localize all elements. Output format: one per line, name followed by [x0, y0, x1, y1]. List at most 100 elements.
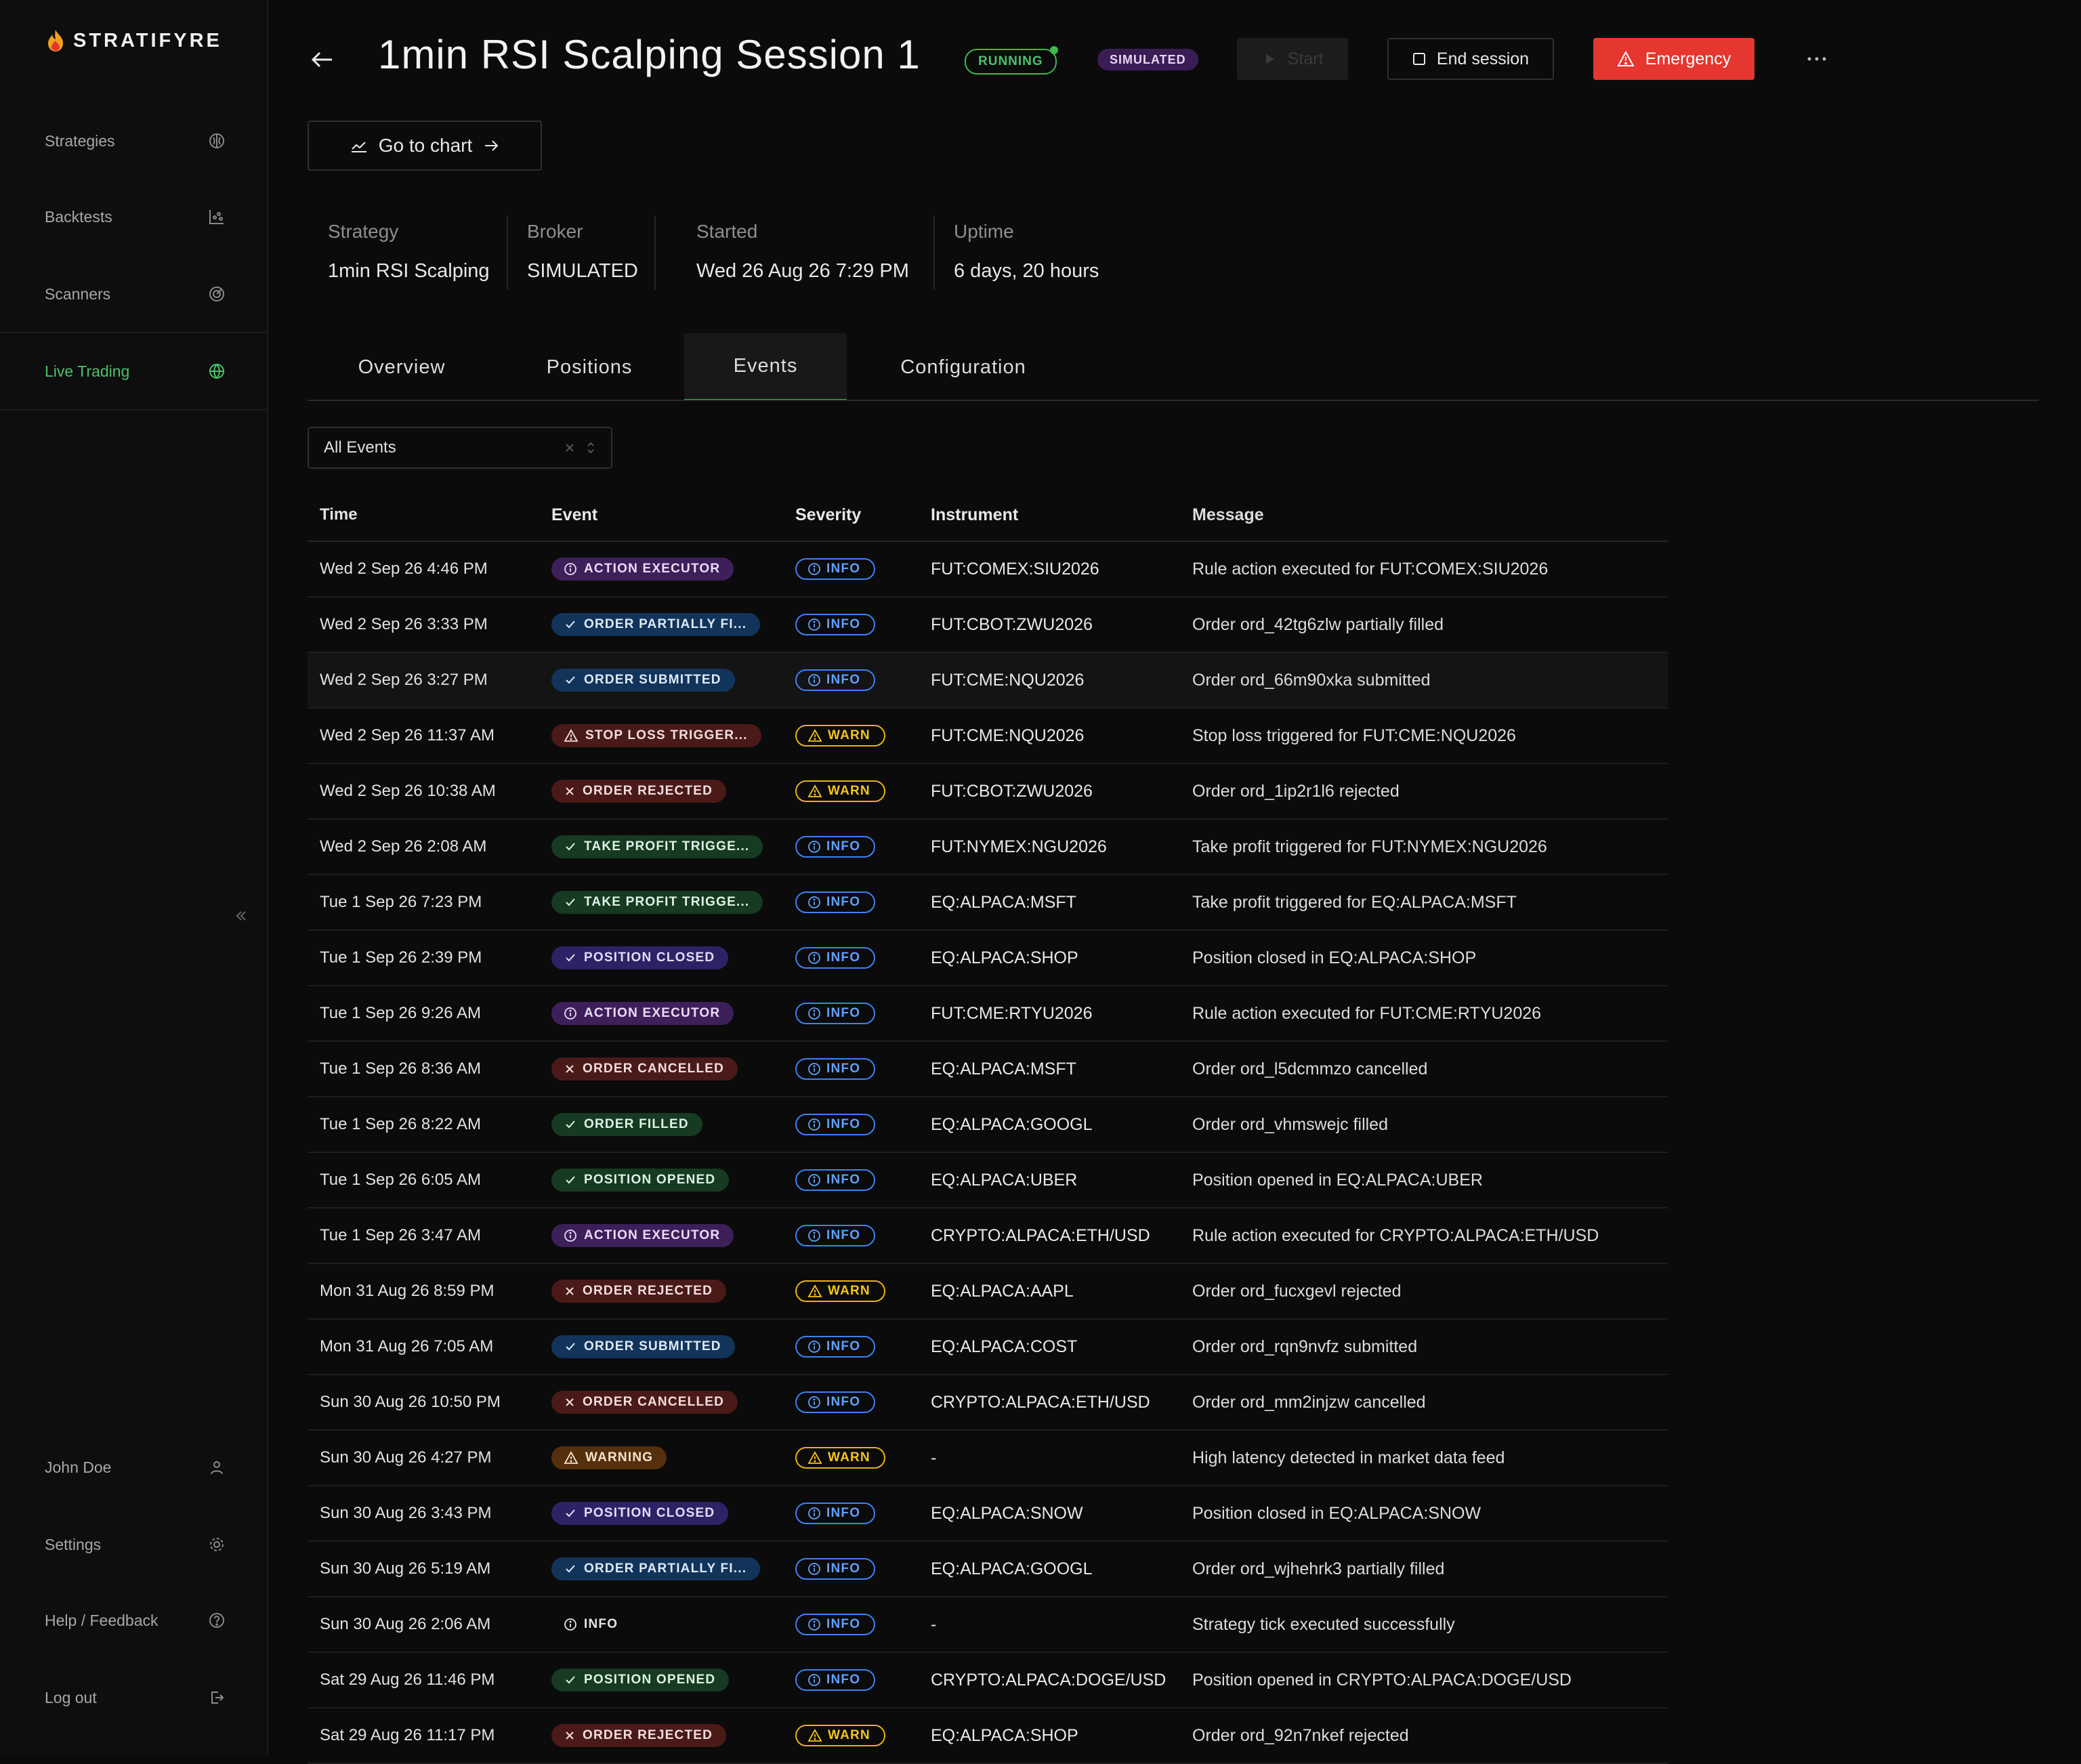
cell-event: ORDER PARTIALLY FI...: [551, 613, 795, 636]
event-label: ORDER FILLED: [584, 1117, 689, 1131]
event-filter-select[interactable]: All Events: [308, 427, 612, 469]
table-row[interactable]: Sun 30 Aug 26 10:50 PM ORDER CANCELLED INF…: [308, 1375, 1668, 1431]
severity-label: INFO: [826, 1339, 861, 1353]
column-header-time[interactable]: Time: [308, 505, 551, 524]
table-body: Wed 2 Sep 26 4:46 PM ACTION EXECUTOR INFO F…: [308, 542, 1668, 1764]
table-row[interactable]: Tue 1 Sep 26 3:47 AM ACTION EXECUTOR INFO C…: [308, 1209, 1668, 1264]
sidebar-item-backtests[interactable]: Backtests: [0, 196, 267, 237]
end-session-button[interactable]: End session: [1387, 38, 1554, 80]
cell-time: Sun 30 Aug 26 5:19 AM: [320, 1559, 491, 1578]
table-row[interactable]: Tue 1 Sep 26 8:36 AM ORDER CANCELLED INFO E…: [308, 1042, 1668, 1097]
table-row[interactable]: Wed 2 Sep 26 11:37 AM STOP LOSS TRIGGER..…: [308, 709, 1668, 764]
column-header-message[interactable]: Message: [1192, 505, 1668, 525]
collapse-sidebar-icon[interactable]: [233, 908, 249, 924]
cell-message: Order ord_42tg6zlw partially filled: [1192, 614, 1444, 634]
tab-positions[interactable]: Positions: [511, 333, 668, 401]
event-badge: ACTION EXECUTOR: [551, 1002, 734, 1025]
table-row[interactable]: Wed 2 Sep 26 10:38 AM ORDER REJECTED WARN F…: [308, 764, 1668, 820]
help-circle-icon: [207, 1611, 226, 1630]
user-icon: [207, 1458, 226, 1477]
table-row[interactable]: Tue 1 Sep 26 8:22 AM ORDER FILLED INFO EQ:A…: [308, 1097, 1668, 1153]
event-label: ORDER REJECTED: [583, 784, 713, 798]
sidebar-item-label: Backtests: [45, 207, 112, 226]
cell-time: Tue 1 Sep 26 7:23 PM: [320, 893, 482, 911]
start-button[interactable]: Start: [1237, 38, 1348, 80]
sidebar-item-user[interactable]: John Doe: [0, 1447, 267, 1488]
info-circle-icon: [807, 840, 821, 854]
more-options-icon[interactable]: [1805, 49, 1829, 69]
cell-message: Stop loss triggered for FUT:CME:NQU2026: [1192, 726, 1516, 745]
emergency-button[interactable]: Emergency: [1593, 38, 1754, 80]
table-row[interactable]: Sun 30 Aug 26 2:06 AM INFO INFO - Strategy t…: [308, 1597, 1668, 1653]
tab-events[interactable]: Events: [684, 333, 847, 401]
cell-severity: WARN: [795, 725, 931, 747]
table-row[interactable]: Tue 1 Sep 26 2:39 PM POSITION CLOSED INFO E…: [308, 931, 1668, 986]
cell-time: Wed 2 Sep 26 2:08 AM: [320, 837, 487, 856]
clear-icon[interactable]: [564, 442, 576, 454]
chevron-updown-icon[interactable]: [585, 440, 596, 455]
x-icon: [564, 1396, 576, 1408]
info-circle-icon: [807, 951, 821, 965]
table-row[interactable]: Mon 31 Aug 26 8:59 PM ORDER REJECTED WARN E…: [308, 1264, 1668, 1320]
table-row[interactable]: Wed 2 Sep 26 3:33 PM ORDER PARTIALLY FI..…: [308, 597, 1668, 653]
table-row[interactable]: Tue 1 Sep 26 9:26 AM ACTION EXECUTOR INFO F…: [308, 986, 1668, 1042]
column-header-severity[interactable]: Severity: [795, 505, 931, 525]
sidebar-item-strategies[interactable]: Strategies: [0, 121, 267, 161]
globe-icon: [207, 362, 226, 381]
table-row[interactable]: Wed 2 Sep 26 2:08 AM TAKE PROFIT TRIGGE..…: [308, 820, 1668, 875]
gear-icon: [207, 1535, 226, 1554]
sidebar-item-help[interactable]: Help / Feedback: [0, 1600, 267, 1641]
brand-name: STRATIFYRE: [73, 29, 222, 51]
back-arrow-icon[interactable]: [309, 46, 336, 73]
check-icon: [564, 1562, 577, 1576]
cell-severity: INFO: [795, 558, 931, 580]
info-circle-icon: [564, 562, 577, 576]
severity-badge: INFO: [795, 614, 876, 635]
tab-overview[interactable]: Overview: [321, 333, 482, 401]
sidebar-item-live-trading[interactable]: Live Trading: [0, 351, 267, 392]
cell-time: Tue 1 Sep 26 8:22 AM: [320, 1115, 481, 1133]
check-icon: [564, 1507, 577, 1520]
info-divider: [654, 215, 656, 290]
warning-triangle-icon: [807, 729, 822, 742]
logo[interactable]: STRATIFYRE: [45, 28, 222, 53]
table-row[interactable]: Sat 29 Aug 26 11:46 PM POSITION OPENED INF…: [308, 1653, 1668, 1708]
table-row[interactable]: Mon 31 Aug 26 7:05 AM ORDER SUBMITTED INFO…: [308, 1320, 1668, 1375]
cell-time: Mon 31 Aug 26 8:59 PM: [320, 1282, 495, 1300]
cell-event: ORDER PARTIALLY FI...: [551, 1557, 795, 1580]
cell-event: ACTION EXECUTOR: [551, 1224, 795, 1247]
event-label: POSITION OPENED: [584, 1673, 716, 1687]
event-badge: ACTION EXECUTOR: [551, 558, 734, 581]
table-row[interactable]: Wed 2 Sep 26 3:27 PM ORDER SUBMITTED INFO F…: [308, 653, 1668, 709]
sidebar-item-settings[interactable]: Settings: [0, 1524, 267, 1565]
table-row[interactable]: Sun 30 Aug 26 4:27 PM WARNING WARN - High la…: [308, 1431, 1668, 1486]
table-row[interactable]: Tue 1 Sep 26 7:23 PM TAKE PROFIT TRIGGE..…: [308, 875, 1668, 931]
table-row[interactable]: Tue 1 Sep 26 6:05 AM POSITION OPENED INFO E…: [308, 1153, 1668, 1209]
severity-badge: WARN: [795, 780, 885, 802]
event-label: TAKE PROFIT TRIGGE...: [584, 895, 750, 909]
sidebar-divider: [0, 409, 267, 411]
severity-label: INFO: [826, 1395, 861, 1409]
tab-configuration[interactable]: Configuration: [874, 333, 1053, 401]
column-header-instrument[interactable]: Instrument: [931, 505, 1192, 525]
severity-badge: INFO: [795, 558, 876, 580]
cell-instrument: FUT:NYMEX:NGU2026: [931, 837, 1107, 856]
sidebar-item-logout[interactable]: Log out: [0, 1677, 267, 1718]
event-label: POSITION OPENED: [584, 1173, 716, 1187]
cell-time: Wed 2 Sep 26 3:33 PM: [320, 615, 488, 633]
severity-label: INFO: [826, 1173, 861, 1187]
cell-event: POSITION OPENED: [551, 1668, 795, 1692]
event-label: ACTION EXECUTOR: [584, 1006, 721, 1020]
go-to-chart-button[interactable]: Go to chart: [308, 121, 542, 171]
cell-event: ACTION EXECUTOR: [551, 558, 795, 581]
check-icon: [564, 1118, 577, 1131]
table-row[interactable]: Sun 30 Aug 26 5:19 AM ORDER PARTIALLY FI.…: [308, 1542, 1668, 1597]
column-header-event[interactable]: Event: [551, 505, 795, 525]
sidebar-item-scanners[interactable]: Scanners: [0, 274, 267, 314]
status-label: RUNNING: [978, 54, 1043, 68]
table-row[interactable]: Sun 30 Aug 26 3:43 PM POSITION CLOSED INFO…: [308, 1486, 1668, 1542]
info-circle-icon: [564, 1618, 577, 1631]
cell-time: Sun 30 Aug 26 2:06 AM: [320, 1615, 491, 1633]
cell-instrument: FUT:COMEX:SIU2026: [931, 559, 1099, 579]
table-row[interactable]: Wed 2 Sep 26 4:46 PM ACTION EXECUTOR INFO F…: [308, 542, 1668, 597]
